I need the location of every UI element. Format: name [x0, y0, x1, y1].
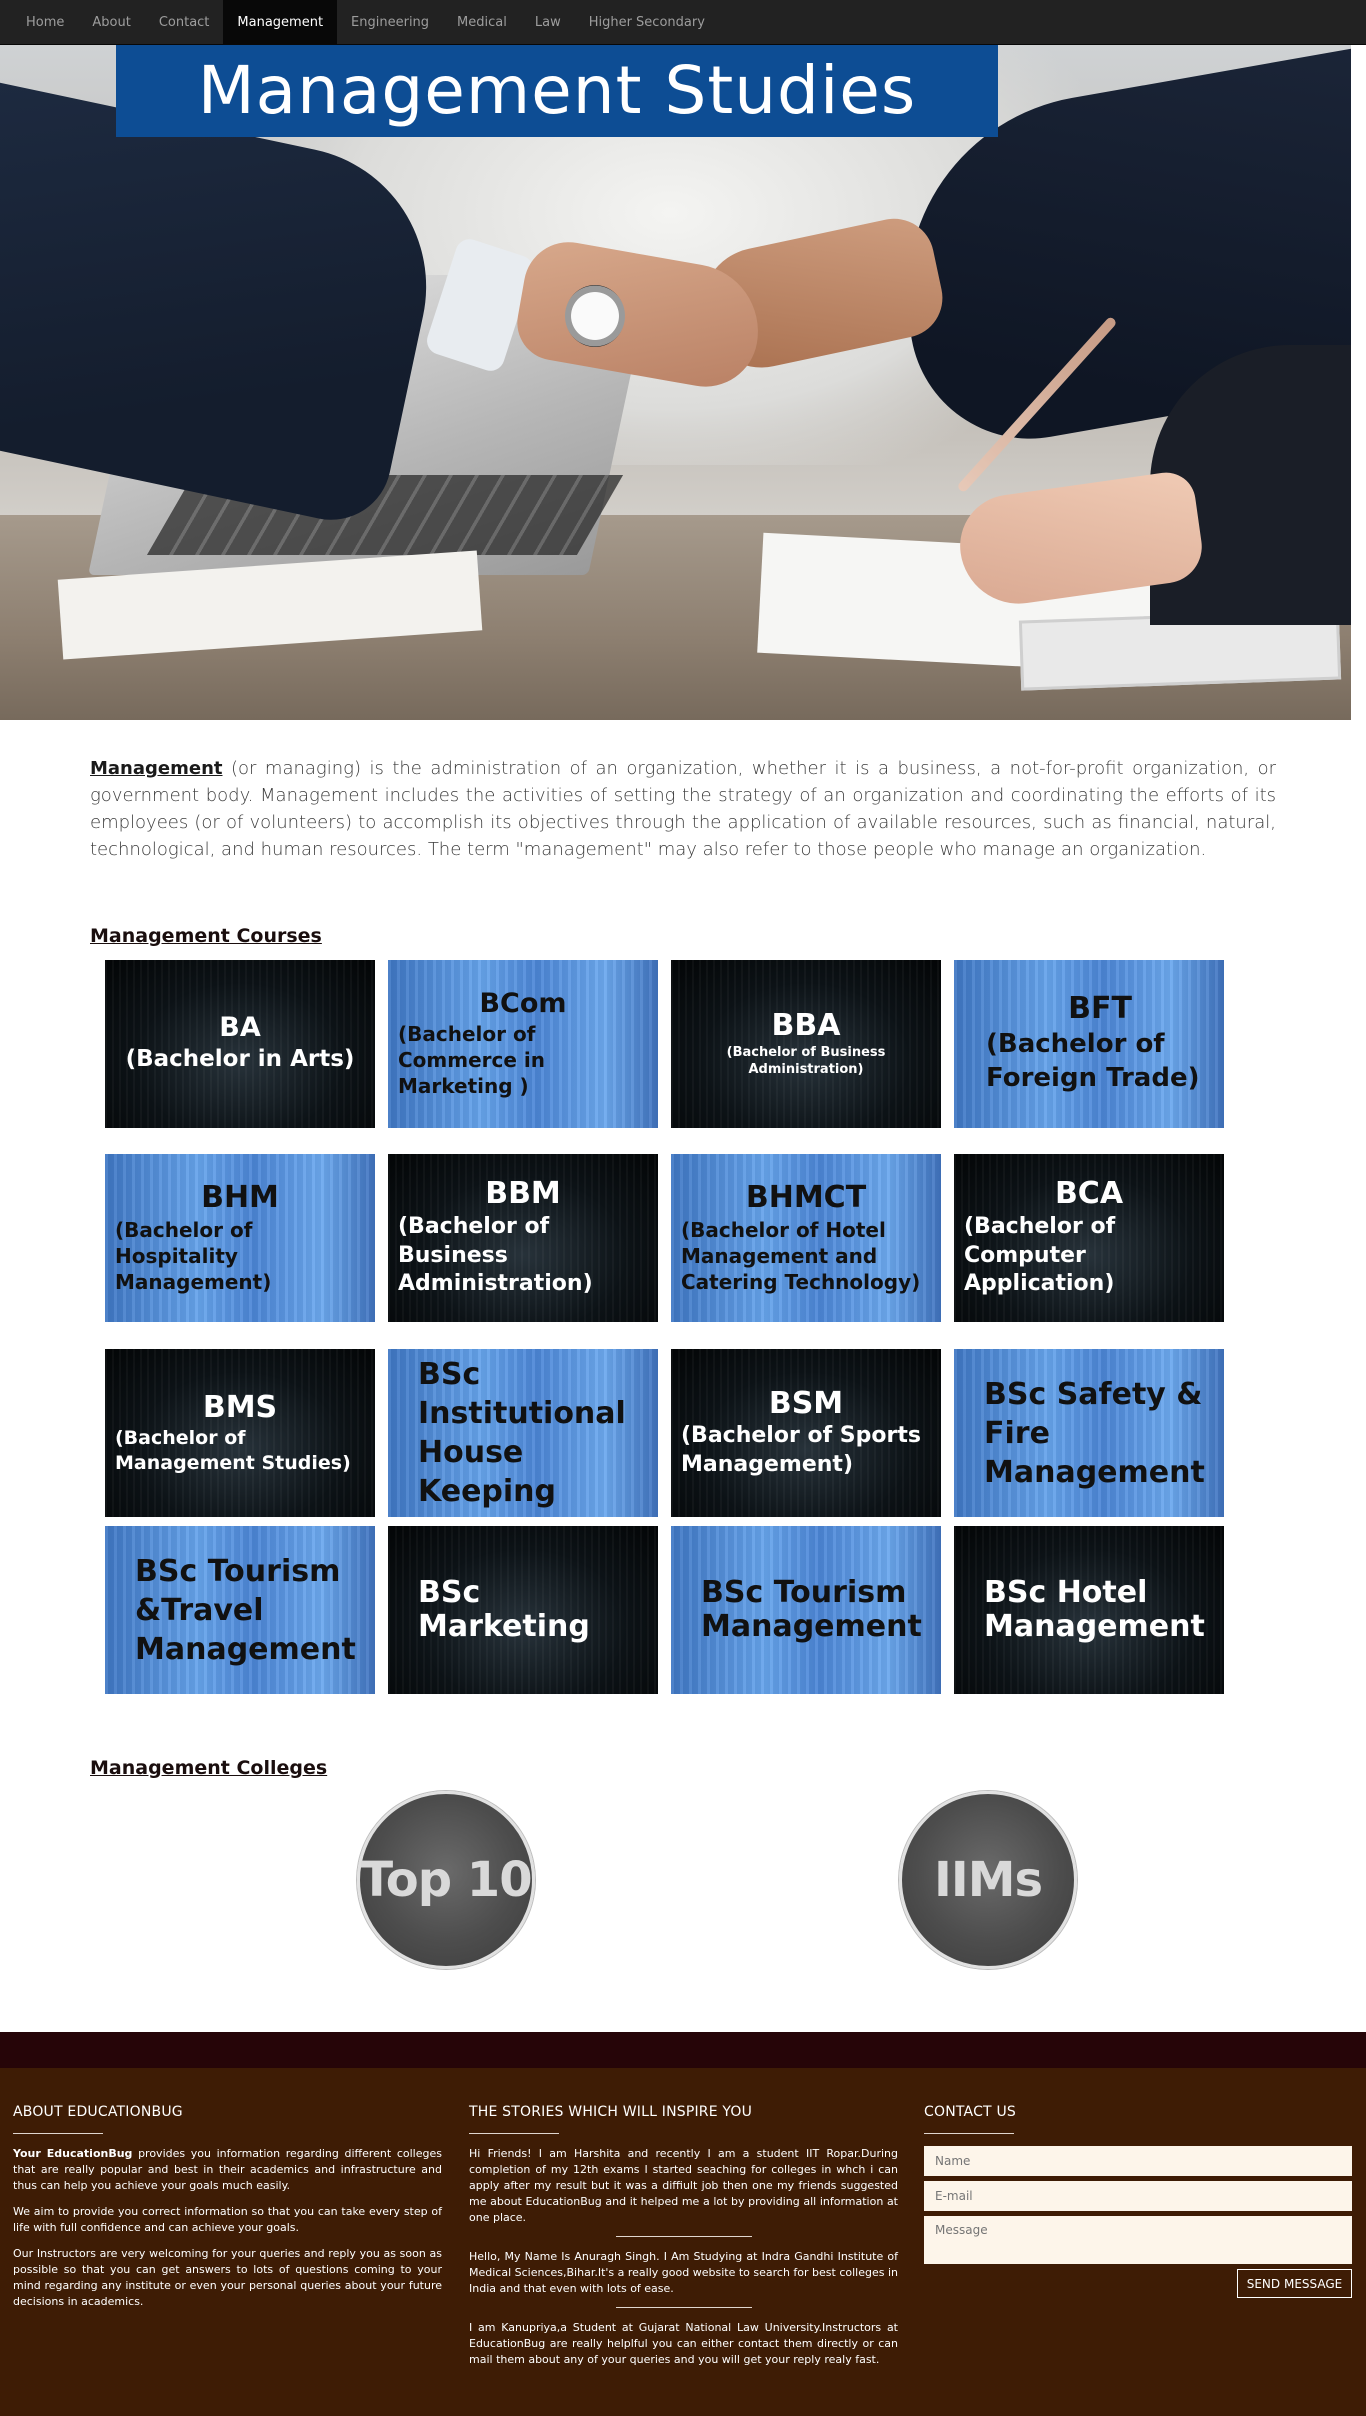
course-card-bcom[interactable]: BCom (Bachelor of Commerce in Marketing ) [388, 960, 658, 1128]
nav-home[interactable]: Home [12, 0, 78, 45]
footer-stories-rule [469, 2133, 559, 2134]
footer: ABOUT EDUCATIONBUG Your EducationBug pro… [0, 2068, 1366, 2416]
contact-message-input[interactable] [924, 2216, 1352, 2264]
course-subtitle: (Bachelor of Sports Management) [681, 1423, 921, 1477]
course-card-bhm[interactable]: BHM (Bachelor of Hospitality Management) [105, 1154, 375, 1322]
intro-text: (or managing) is the administration of a… [90, 758, 1276, 860]
course-title: BBM [485, 1176, 561, 1212]
footer-contact-heading: CONTACT US [924, 2104, 1016, 2120]
footer-contact-column: CONTACT US SEND MESSAGE [924, 2104, 1352, 2298]
nav-law[interactable]: Law [521, 0, 575, 45]
course-card-bms[interactable]: BMS (Bachelor of Management Studies) [105, 1349, 375, 1517]
footer-stories-column: THE STORIES WHICH WILL INSPIRE YOU Hi Fr… [469, 2104, 898, 2378]
course-title: BSc Hotel Management [984, 1575, 1205, 1644]
college-iims-label: IIMs [933, 1852, 1043, 1908]
footer-story-divider [615, 2236, 752, 2237]
course-card-bft[interactable]: BFT (Bachelor of Foreign Trade) [954, 960, 1224, 1128]
course-title: BA [219, 1011, 261, 1043]
footer-story-2: Hello, My Name Is Anuragh Singh. I Am St… [469, 2250, 898, 2295]
course-title: BSc Institutional House Keeping [418, 1357, 626, 1509]
nav-list: Home About Contact Management Engineering Med… [0, 0, 1366, 45]
course-title: BSc Tourism &Travel Management [135, 1553, 356, 1667]
footer-story-3: I am Kanupriya,a Student at Gujarat Nati… [469, 2321, 898, 2366]
course-card-bsc-tourism-travel-management[interactable]: BSc Tourism &Travel Management [105, 1526, 375, 1694]
hero-watch [565, 285, 625, 347]
course-title: BMS [202, 1389, 278, 1425]
course-subtitle: (Bachelor of Hospitality Management) [115, 1217, 272, 1294]
intro-paragraph: Management (or managing) is the administ… [90, 755, 1276, 863]
contact-email-input[interactable] [924, 2181, 1352, 2211]
footer-about-p3: Our Instructors are very welcoming for y… [13, 2247, 442, 2308]
colleges-heading: Management Colleges [90, 1757, 328, 1779]
footer-brand: Your EducationBug [13, 2147, 133, 2160]
course-subtitle: (Bachelor of Computer Application) [964, 1213, 1116, 1297]
footer-about-column: ABOUT EDUCATIONBUG Your EducationBug pro… [13, 2104, 442, 2320]
nav-medical[interactable]: Medical [443, 0, 521, 45]
course-title: BCom [479, 987, 567, 1019]
nav-higher-secondary[interactable]: Higher Secondary [575, 0, 719, 45]
course-card-bsm[interactable]: BSM (Bachelor of Sports Management) [671, 1349, 941, 1517]
course-title: BBA [771, 1008, 841, 1044]
footer-story-divider [615, 2307, 752, 2308]
course-subtitle: (Bachelor of Business Administration) [398, 1213, 593, 1297]
course-title: BSc Tourism Management [701, 1575, 922, 1644]
course-subtitle: (Bachelor of Management Studies) [115, 1427, 351, 1474]
course-card-bsc-marketing[interactable]: BSc Marketing [388, 1526, 658, 1694]
course-title: BHM [201, 1180, 279, 1216]
course-title: BCA [1054, 1176, 1124, 1212]
hero-title: Management Studies [197, 52, 917, 129]
course-card-bca[interactable]: BCA (Bachelor of Computer Application) [954, 1154, 1224, 1322]
top-navbar: Home About Contact Management Engineering Med… [0, 0, 1366, 45]
course-card-bsc-safety-fire-management[interactable]: BSc Safety & Fire Management [954, 1349, 1224, 1517]
course-title: BSc Safety & Fire Management [984, 1376, 1205, 1490]
course-card-bsc-hotel-management[interactable]: BSc Hotel Management [954, 1526, 1224, 1694]
nav-engineering[interactable]: Engineering [337, 0, 443, 45]
footer-contact-rule [924, 2133, 1014, 2134]
course-card-ba[interactable]: BA (Bachelor in Arts) [105, 960, 375, 1128]
course-title: BFT [1068, 991, 1132, 1027]
footer-top-strip [0, 2032, 1366, 2068]
contact-name-input[interactable] [924, 2146, 1352, 2176]
course-subtitle: (Bachelor of Business Administration) [726, 1044, 886, 1077]
course-card-bsc-tourism-management[interactable]: BSc Tourism Management [671, 1526, 941, 1694]
hero-image: Management Studies [0, 45, 1351, 720]
college-top10-circle[interactable]: Top 10 [357, 1791, 535, 1969]
course-subtitle: (Bachelor of Commerce in Marketing ) [398, 1022, 546, 1099]
footer-about-p2: We aim to provide you correct informatio… [13, 2205, 442, 2234]
course-title: BSc Marketing [418, 1575, 590, 1644]
send-message-button[interactable]: SEND MESSAGE [1237, 2269, 1352, 2298]
hero-title-banner: Management Studies [116, 45, 998, 137]
course-subtitle: (Bachelor in Arts) [125, 1046, 355, 1073]
course-title: BHMCT [745, 1180, 867, 1216]
footer-about-p1: Your EducationBug provides you informati… [13, 2146, 442, 2194]
college-top10-label: Top 10 [360, 1852, 532, 1908]
nav-about[interactable]: About [78, 0, 144, 45]
nav-contact[interactable]: Contact [145, 0, 224, 45]
intro-term: Management [90, 758, 223, 779]
courses-heading: Management Courses [90, 925, 322, 947]
course-subtitle: (Bachelor of Hotel Management and Cateri… [681, 1217, 921, 1294]
course-card-bba[interactable]: BBA (Bachelor of Business Administration) [671, 960, 941, 1128]
course-card-bhmct[interactable]: BHMCT (Bachelor of Hotel Management and C… [671, 1154, 941, 1322]
course-subtitle: (Bachelor of Foreign Trade) [986, 1029, 1200, 1093]
footer-about-heading: ABOUT EDUCATIONBUG [13, 2104, 183, 2120]
footer-story-1: Hi Friends! I am Harshita and recently I… [469, 2147, 898, 2224]
course-card-bbm[interactable]: BBM (Bachelor of Business Administration) [388, 1154, 658, 1322]
course-title: BSM [768, 1385, 844, 1421]
nav-management[interactable]: Management [223, 0, 338, 45]
footer-stories-heading: THE STORIES WHICH WILL INSPIRE YOU [469, 2104, 753, 2120]
college-iims-circle[interactable]: IIMs [899, 1791, 1077, 1969]
footer-about-rule [13, 2133, 103, 2134]
course-card-bsc-institutional-house-keeping[interactable]: BSc Institutional House Keeping [388, 1349, 658, 1517]
